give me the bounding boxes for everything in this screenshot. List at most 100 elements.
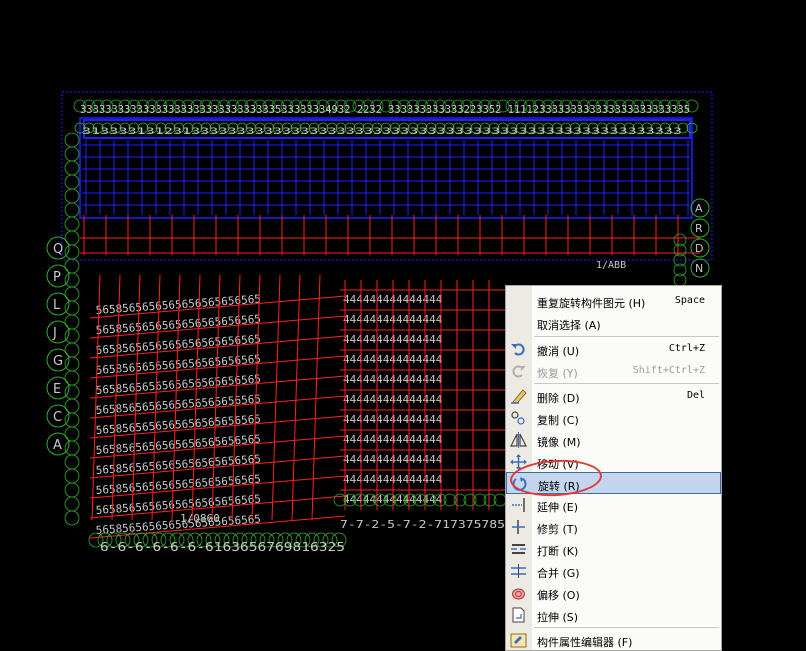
upper-plan-outline (61, 91, 713, 261)
red-line (311, 274, 321, 521)
upper-plan-red-lines (80, 215, 700, 255)
menu-item-mirror[interactable]: 镜像 (M) (506, 429, 721, 451)
menu-item-copy[interactable]: 复制 (C) (506, 407, 721, 429)
menu-item-label: 复制 (C) (537, 414, 579, 427)
dimension-circle (64, 216, 80, 232)
menu-item-label: 镜像 (M) (537, 436, 581, 449)
dimension-circle (64, 356, 80, 372)
top-dimension-labels: 3333333333333333333333333333333533333334… (80, 103, 690, 116)
dimension-circle (64, 482, 80, 498)
menu-item-shortcut: Shift+Ctrl+Z (632, 365, 705, 376)
dimension-circle (64, 272, 80, 288)
red-line (271, 274, 281, 521)
menu-item-label: 删除 (D) (537, 392, 580, 405)
menu-item-offset[interactable]: 偏移 (O) (506, 582, 721, 604)
menu-item-stretch[interactable]: 拉伸 (S) (506, 604, 721, 626)
menu-item-label: 撤消 (U) (537, 345, 580, 358)
menu-separator (534, 627, 719, 628)
dimension-circle (64, 244, 80, 260)
break-icon (510, 541, 527, 557)
menu-item-redo[interactable]: 恢复 (Y) Shift+Ctrl+Z (506, 360, 721, 382)
menu-item-label: 旋转 (R) (538, 480, 580, 493)
dimension-circle (64, 286, 80, 302)
context-menu: 重复旋转构件图元 (H) Space 取消选择 (A) 撤消 (U) Ctrl+… (505, 285, 722, 651)
second-row-labels: 3133331312313333333333333333333333333333… (82, 127, 682, 137)
dimension-circle (64, 496, 80, 512)
menu-item-label: 打断 (K) (537, 545, 579, 558)
axis-label: A (53, 438, 62, 453)
dimension-circle (64, 510, 80, 526)
axis-label: A (695, 202, 703, 215)
menu-item-label: 延伸 (E) (537, 501, 579, 514)
dimension-circle (64, 258, 80, 274)
axis-label: L (53, 298, 61, 313)
dimension-circle (64, 188, 80, 204)
dimension-circle (64, 160, 80, 176)
dimension-circle (64, 398, 80, 414)
dimension-circle (64, 230, 80, 246)
mirror-icon (510, 432, 527, 448)
menu-item-shortcut: Ctrl+Z (668, 343, 705, 354)
dimension-circle (64, 132, 80, 148)
redo-icon (510, 363, 527, 379)
offset-icon (510, 585, 527, 601)
menu-item-extend[interactable]: 延伸 (E) (506, 494, 721, 516)
axis-label: Q (53, 242, 63, 257)
rotate-icon (511, 476, 528, 492)
menu-separator (534, 336, 719, 337)
extend-icon (510, 497, 527, 513)
lower-left-plan-block: 5658565656565656565656565565856565656565… (89, 274, 346, 539)
axis-label: G (53, 354, 63, 369)
dimension-circle (64, 440, 80, 456)
dimension-circle (64, 426, 80, 442)
menu-item-trim[interactable]: 修剪 (T) (506, 516, 721, 538)
menu-item-label: 偏移 (O) (537, 589, 580, 602)
dimension-circle (64, 454, 80, 470)
axis-label: E (53, 382, 61, 397)
merge-icon (510, 563, 527, 579)
dimension-circle (64, 314, 80, 330)
menu-item-rotate[interactable]: 旋转 (R) (506, 472, 721, 494)
menu-item-delete[interactable]: 删除 (D) Del (506, 385, 721, 407)
red-line (291, 274, 301, 521)
menu-item-label: 移动 (V) (537, 458, 579, 471)
menu-item-label: 取消选择 (A) (537, 319, 601, 332)
dimension-circle (64, 328, 80, 344)
axis-label: J (52, 326, 57, 341)
menu-separator (534, 383, 719, 384)
menu-item-break[interactable]: 打断 (K) (506, 538, 721, 560)
axis-label: N (695, 262, 703, 275)
menu-item-move[interactable]: 移动 (V) (506, 451, 721, 473)
dimension-circle (64, 412, 80, 428)
axis-label: C (53, 410, 62, 425)
dimension-circle (64, 384, 80, 400)
dimension-circle (64, 342, 80, 358)
bottom-dimension-labels: 6-6-6-6-6-6-6163656769816325 (100, 540, 345, 554)
stretch-icon (510, 607, 527, 623)
copy-icon (510, 410, 527, 426)
lower-right-plan-block: 4444444444444444444444444444444444444444… (340, 280, 505, 510)
dimension-circle (64, 370, 80, 386)
menu-item-shortcut: Space (674, 295, 705, 306)
menu-item-label: 合并 (G) (537, 567, 580, 580)
menu-item-label: 拉伸 (S) (537, 611, 579, 624)
dimension-circle (64, 146, 80, 162)
mid-right-labels: 7-7-2-5-7-2-717375785 (340, 518, 505, 531)
menu-item-properties[interactable]: 构件属性编辑器 (F) (506, 629, 721, 651)
axis-label: D (695, 242, 703, 255)
menu-item-label: 构件属性编辑器 (F) (537, 636, 633, 649)
menu-item-deselect[interactable]: 取消选择 (A) (506, 312, 721, 334)
eraser-icon (510, 388, 527, 404)
axis-label: P (53, 270, 61, 285)
undo-icon (510, 341, 527, 357)
trim-icon (510, 519, 527, 535)
menu-item-label: 重复旋转构件图元 (H) (537, 297, 646, 310)
menu-item-undo[interactable]: 撤消 (U) Ctrl+Z (506, 338, 721, 360)
menu-item-repeat-rotate[interactable]: 重复旋转构件图元 (H) Space (506, 290, 721, 312)
menu-item-merge[interactable]: 合并 (G) (506, 560, 721, 582)
properties-icon (510, 632, 527, 648)
dimension-circle (64, 174, 80, 190)
dimension-circle (64, 202, 80, 218)
menu-item-label: 修剪 (T) (537, 523, 578, 536)
right-text-label: 1/ABB (596, 260, 626, 271)
